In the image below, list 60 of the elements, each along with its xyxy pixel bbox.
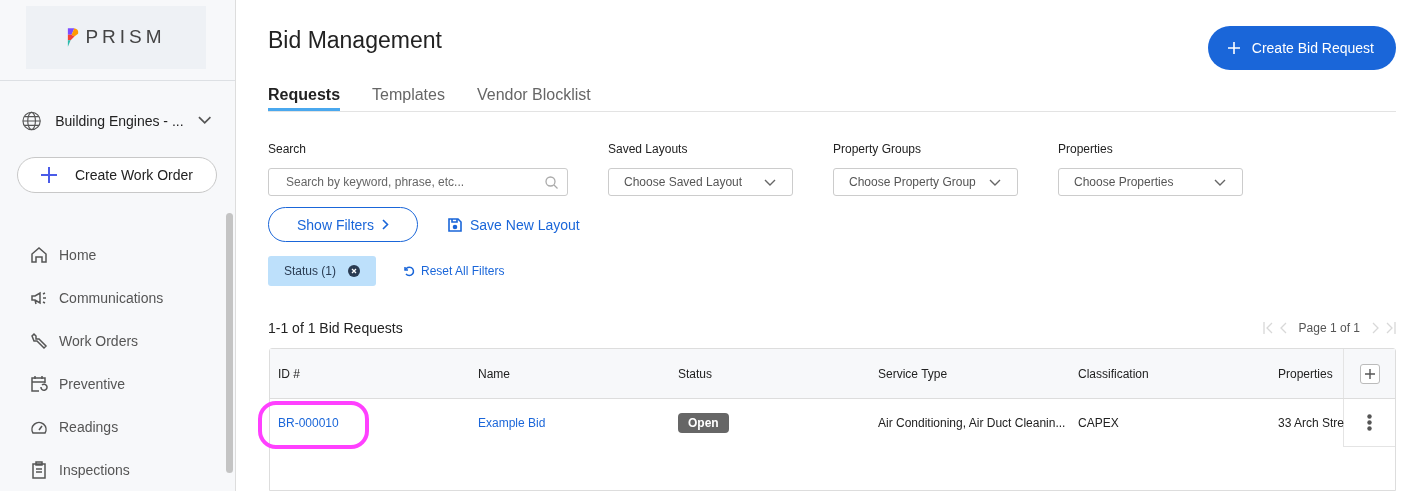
- bid-name-link[interactable]: Example Bid: [478, 416, 546, 430]
- status-badge: Open: [678, 413, 729, 433]
- bid-id-link[interactable]: BR-000010: [278, 416, 339, 430]
- add-column-button[interactable]: [1359, 363, 1380, 384]
- create-work-order-button[interactable]: Create Work Order: [17, 156, 217, 193]
- column-header[interactable]: Status: [678, 366, 878, 381]
- show-filters-button[interactable]: Show Filters: [268, 207, 418, 242]
- chevron-down-icon: [989, 178, 1001, 186]
- logo-text: PRISM: [85, 26, 166, 49]
- filter-chip[interactable]: Status (1): [268, 256, 377, 286]
- dropdown-field[interactable]: Choose Properties: [1058, 168, 1243, 196]
- chevron-right-icon: [382, 219, 389, 230]
- nav-item[interactable]: Work Orders: [30, 319, 226, 362]
- calendar-icon: [30, 374, 48, 393]
- nav-item[interactable]: Communications: [30, 276, 226, 319]
- create-bid-request-button[interactable]: Create Bid Request: [1207, 26, 1396, 70]
- chevron-down-icon: [764, 178, 776, 186]
- plus-icon: [1364, 368, 1375, 379]
- nav-item[interactable]: Home: [30, 233, 226, 276]
- dropdown-field[interactable]: Choose Saved Layout: [608, 168, 793, 196]
- column-header[interactable]: Classification: [1078, 366, 1278, 381]
- table-cell-text: CAPEX: [1078, 416, 1120, 430]
- result-count: 1-1 of 1 Bid Requests: [268, 320, 403, 336]
- column-header[interactable]: Properties: [1278, 366, 1343, 381]
- kebab-menu-icon: [1367, 414, 1372, 431]
- chevron-down-icon: [1214, 178, 1226, 186]
- globe-icon: [22, 110, 42, 131]
- save-layout-button[interactable]: Save New Layout: [448, 216, 580, 233]
- reset-icon: [403, 265, 416, 277]
- column-header[interactable]: ID #: [278, 366, 478, 381]
- wrench-icon: [30, 331, 48, 350]
- plus-icon: [41, 166, 57, 183]
- page-title: Bid Management: [268, 26, 442, 54]
- tab[interactable]: Requests: [268, 86, 341, 111]
- chevron-down-icon: [197, 116, 211, 126]
- column-header[interactable]: Service Type: [878, 366, 1078, 381]
- search-field[interactable]: Search by keyword, phrase, etc...: [268, 168, 568, 196]
- field-label: Property Groups: [833, 142, 923, 156]
- home-icon: [30, 245, 48, 264]
- scrollbar[interactable]: [226, 213, 233, 473]
- close-icon[interactable]: [348, 265, 361, 277]
- table-cell: 33 Arch Stre: [1278, 416, 1343, 430]
- column-header[interactable]: Name: [478, 366, 678, 381]
- plus-icon: [1227, 42, 1240, 54]
- field-label: Search: [268, 142, 308, 156]
- tab[interactable]: Templates: [372, 86, 445, 111]
- field-label: Saved Layouts: [608, 142, 689, 156]
- page-indicator: Page 1 of 1: [1298, 321, 1360, 335]
- nav-item[interactable]: Inspections: [30, 448, 226, 491]
- reset-filters-button[interactable]: Reset All Filters: [403, 264, 505, 278]
- search-icon: [545, 175, 558, 189]
- account-selector[interactable]: Building Engines - ...: [0, 79, 235, 131]
- nav-item[interactable]: Preventive: [30, 362, 226, 405]
- tab[interactable]: Vendor Blocklist: [476, 86, 591, 111]
- table-cell-text: Air Conditioning, Air Duct Cleanin...: [878, 416, 1067, 430]
- prism-logo-icon: [66, 27, 80, 47]
- clipboard-icon: [30, 460, 48, 479]
- nav-item[interactable]: Readings: [30, 405, 226, 448]
- dropdown-field[interactable]: Choose Property Group: [833, 168, 1018, 196]
- field-label: Properties: [1058, 142, 1114, 156]
